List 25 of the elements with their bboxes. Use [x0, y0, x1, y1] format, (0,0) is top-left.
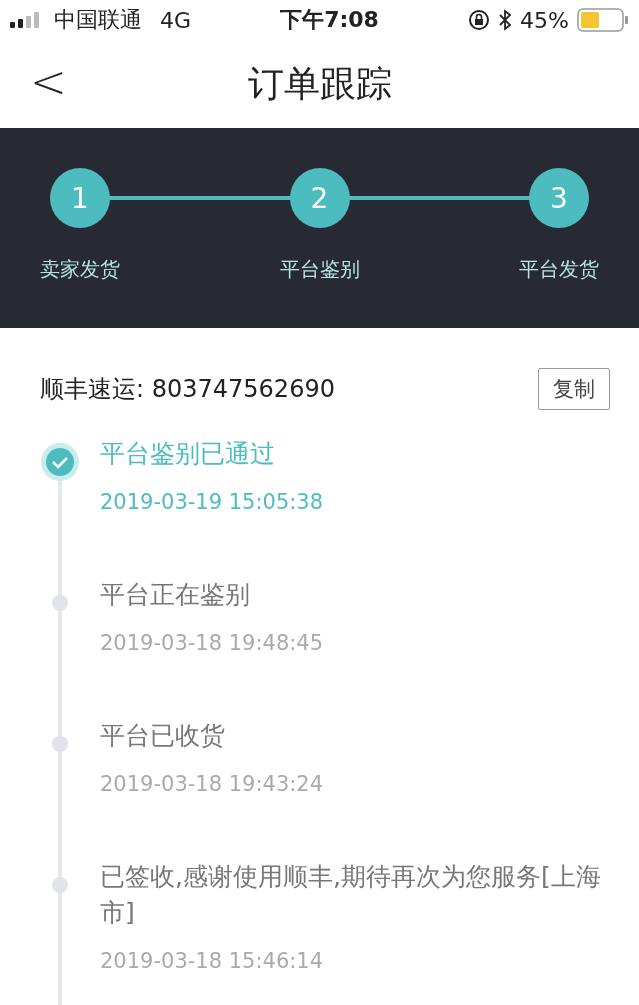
step-number: 2	[289, 168, 350, 228]
carrier-name: 中国联通	[54, 6, 142, 34]
copy-button[interactable]: 复制	[538, 368, 610, 410]
step-label: 平台鉴别	[279, 256, 360, 283]
event-time: 2019-03-19 15:05:38	[100, 490, 325, 514]
event-title: 平台正在鉴别	[100, 579, 251, 611]
event-title: 已签收,感谢使用顺丰,期待再次为您服务[上海市]	[100, 861, 602, 929]
rotation-lock-icon	[468, 9, 491, 31]
battery-icon	[577, 8, 629, 32]
network-type: 4G	[160, 7, 192, 33]
battery-percent: 45%	[520, 7, 569, 33]
bluetooth-icon	[498, 9, 513, 31]
step-number: 3	[529, 168, 589, 228]
page-title: 订单跟踪	[247, 61, 392, 106]
back-button[interactable]: <	[22, 54, 75, 110]
clock: 下午7:08	[280, 6, 379, 34]
event-title: 平台鉴别已通过	[100, 438, 276, 470]
step-number: 1	[50, 168, 110, 228]
tracking-number: 顺丰速运: 803747562690	[40, 374, 335, 405]
event-time: 2019-03-18 19:48:45	[100, 631, 325, 655]
step-label: 卖家发货	[40, 256, 120, 283]
step-label: 平台发货	[519, 256, 599, 283]
event-time: 2019-03-18 15:46:14	[100, 949, 325, 973]
event-title: 平台已收货	[100, 720, 226, 752]
event-time: 2019-03-18 19:43:24	[100, 772, 325, 796]
